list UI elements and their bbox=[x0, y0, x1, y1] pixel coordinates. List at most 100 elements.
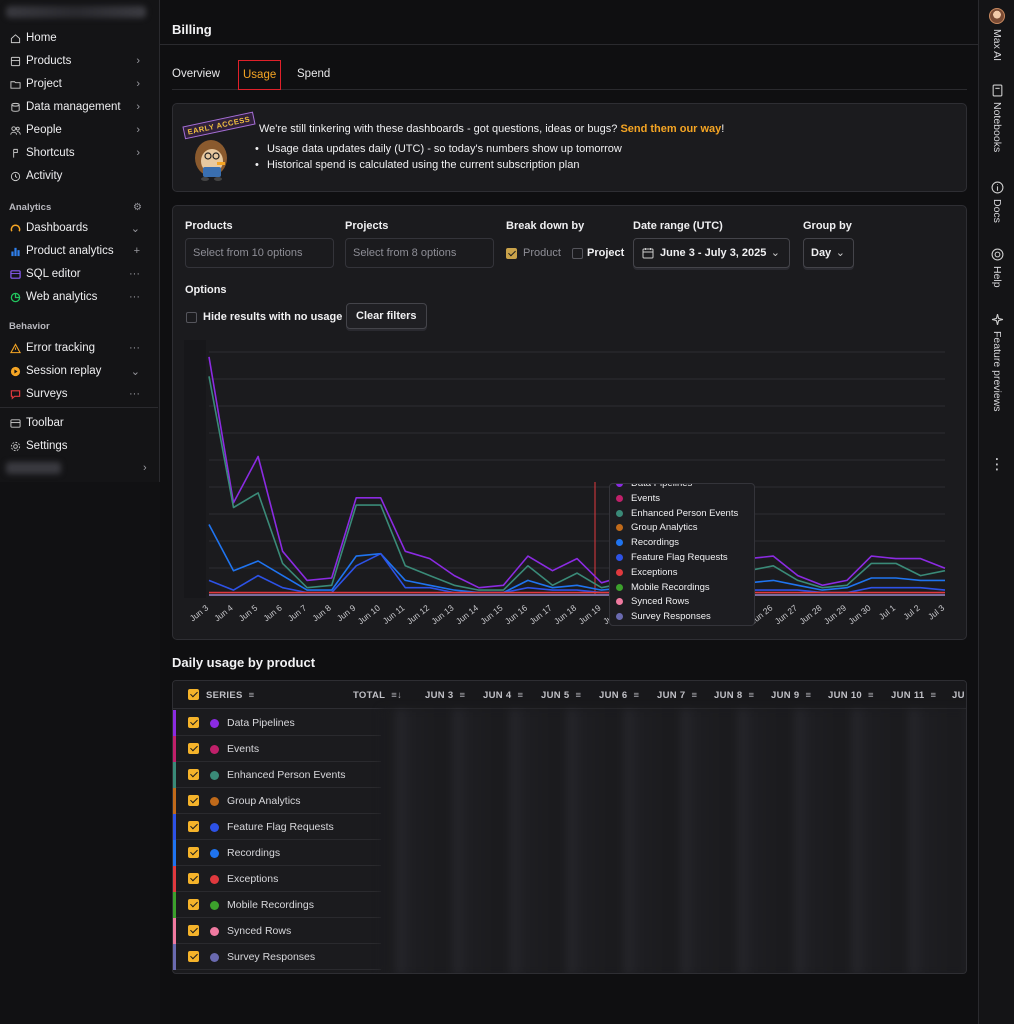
products-select[interactable]: Select from 10 options bbox=[185, 238, 334, 268]
chevron-down-icon: ⌄ bbox=[835, 247, 845, 259]
series-checkbox[interactable] bbox=[188, 743, 199, 754]
breakdown-product-checkbox[interactable] bbox=[506, 248, 517, 259]
sort-icon[interactable]: ≡ bbox=[748, 690, 754, 701]
y-axis-blurred-labels bbox=[184, 340, 206, 598]
help-button[interactable]: Help bbox=[987, 248, 1007, 288]
sidebar-item-session-replay[interactable]: Session replay ⌄ bbox=[0, 360, 158, 382]
plus-icon[interactable]: + bbox=[134, 245, 140, 257]
sidebar-item-sql-editor[interactable]: SQL editor ··· bbox=[0, 263, 158, 285]
sidebar-item-label: Settings bbox=[26, 440, 68, 452]
tooltip-series-row: Group Analytics bbox=[616, 522, 698, 533]
folder-icon bbox=[9, 78, 21, 90]
series-label: Enhanced Person Events bbox=[227, 769, 346, 781]
column-header-jun-4[interactable]: JUN 4 ≡ bbox=[483, 690, 523, 701]
sparkle-icon bbox=[991, 313, 1003, 326]
column-header-jun-5[interactable]: JUN 5 ≡ bbox=[541, 690, 581, 701]
series-checkbox[interactable] bbox=[188, 873, 199, 884]
series-checkbox[interactable] bbox=[188, 847, 199, 858]
group-by-select[interactable]: Day ⌄ bbox=[803, 238, 854, 268]
series-checkbox[interactable] bbox=[188, 795, 199, 806]
notebooks-button[interactable]: Notebooks bbox=[987, 84, 1007, 152]
column-header-jun-3[interactable]: JUN 3 ≡ bbox=[425, 690, 465, 701]
sort-icon[interactable]: ≡ bbox=[459, 690, 465, 701]
series-line-data-pipelines bbox=[208, 356, 946, 589]
clear-filters-button[interactable]: Clear filters bbox=[346, 303, 427, 329]
series-color-dot bbox=[616, 494, 623, 502]
sidebar-item-settings[interactable]: Settings bbox=[0, 435, 158, 457]
series-checkbox[interactable] bbox=[188, 769, 199, 780]
column-header-label: JUN 8 bbox=[714, 690, 743, 701]
projects-select[interactable]: Select from 8 options bbox=[345, 238, 494, 268]
max-ai-button[interactable]: Max AI bbox=[987, 8, 1007, 61]
series-checkbox[interactable] bbox=[188, 899, 199, 910]
sidebar-item-data-management[interactable]: Data management › bbox=[0, 96, 158, 118]
feedback-link[interactable]: Send them our way bbox=[620, 123, 721, 135]
table-row: Mobile Recordings bbox=[173, 892, 381, 918]
column-header-label: JUN 3 bbox=[425, 690, 454, 701]
date-range-picker[interactable]: June 3 - July 3, 2025 ⌄ bbox=[633, 238, 790, 268]
sidebar-item-project[interactable]: Project › bbox=[0, 73, 158, 95]
series-checkbox[interactable] bbox=[188, 951, 199, 962]
sidebar-item-home[interactable]: Home bbox=[0, 27, 158, 49]
sidebar-item-web-analytics[interactable]: Web analytics ··· bbox=[0, 286, 158, 308]
options-label: Options bbox=[185, 284, 227, 296]
column-header-jun-11[interactable]: JUN 11 ≡ bbox=[891, 690, 936, 701]
tab-usage[interactable]: Usage bbox=[238, 60, 282, 90]
sidebar-item-dashboards[interactable]: Dashboards ⌄ bbox=[0, 217, 158, 239]
sort-icon[interactable]: ≡ bbox=[691, 690, 697, 701]
series-color-dot bbox=[210, 797, 219, 806]
more-icon[interactable]: ··· bbox=[129, 268, 140, 280]
sort-icon[interactable]: ≡ bbox=[633, 690, 639, 701]
sort-icon[interactable]: ≡ bbox=[805, 690, 811, 701]
select-all-checkbox[interactable] bbox=[188, 689, 199, 700]
sort-icon[interactable]: ≡ bbox=[575, 690, 581, 701]
sidebar-item-activity[interactable]: Activity bbox=[0, 165, 158, 187]
more-icon[interactable]: ··· bbox=[129, 388, 140, 400]
column-header-jun-7[interactable]: JUN 7 ≡ bbox=[657, 690, 697, 701]
series-checkbox[interactable] bbox=[188, 925, 199, 936]
sort-icon[interactable]: ≡ bbox=[868, 690, 874, 701]
column-header-series[interactable]: SERIES ≡ bbox=[206, 690, 255, 701]
sort-icon[interactable]: ≡ bbox=[517, 690, 523, 701]
series-color-dot bbox=[616, 484, 623, 487]
sidebar-item-people[interactable]: People › bbox=[0, 119, 158, 141]
sidebar-item-toolbar[interactable]: Toolbar bbox=[0, 412, 158, 434]
breakdown-project-checkbox[interactable] bbox=[572, 248, 583, 259]
series-label: Exceptions bbox=[227, 873, 279, 885]
column-header-jun-10[interactable]: JUN 10 ≡ bbox=[828, 690, 874, 701]
sidebar-item-error-tracking[interactable]: Error tracking ··· bbox=[0, 337, 158, 359]
column-header-jun-8[interactable]: JUN 8 ≡ bbox=[714, 690, 754, 701]
more-icon[interactable]: ··· bbox=[129, 342, 140, 354]
sidebar-item-products[interactable]: Products › bbox=[0, 50, 158, 72]
sidebar-item-shortcuts[interactable]: Shortcuts › bbox=[0, 142, 158, 164]
column-header-label: JUN 5 bbox=[541, 690, 570, 701]
feature-previews-button[interactable]: Feature previews bbox=[987, 313, 1007, 412]
column-header-total[interactable]: TOTAL ≡↓ bbox=[353, 690, 402, 701]
column-header-jun-6[interactable]: JUN 6 ≡ bbox=[599, 690, 639, 701]
series-checkbox[interactable] bbox=[188, 821, 199, 832]
hide-no-usage-checkbox[interactable] bbox=[186, 312, 197, 323]
more-icon[interactable]: ··· bbox=[129, 291, 140, 303]
gear-icon bbox=[9, 440, 21, 452]
x-tick-label: Jun 14 bbox=[454, 603, 480, 627]
sort-icon[interactable]: ≡↓ bbox=[391, 690, 402, 701]
chevron-down-icon: ⌄ bbox=[130, 365, 140, 378]
people-icon bbox=[9, 124, 21, 136]
table-row: Feature Flag Requests bbox=[173, 814, 381, 840]
column-header-jun-9[interactable]: JUN 9 ≡ bbox=[771, 690, 811, 701]
docs-button[interactable]: Docs bbox=[987, 181, 1007, 223]
sort-icon[interactable]: ≡ bbox=[931, 690, 937, 701]
series-checkbox[interactable] bbox=[188, 717, 199, 728]
gear-icon[interactable]: ⚙ bbox=[133, 202, 142, 213]
tab-spend[interactable]: Spend bbox=[297, 60, 330, 90]
series-color-bar bbox=[173, 814, 176, 840]
sidebar-item-surveys[interactable]: Surveys ··· bbox=[0, 383, 158, 405]
sort-icon[interactable]: ≡ bbox=[249, 690, 255, 701]
user-menu[interactable] bbox=[6, 462, 61, 474]
project-switcher[interactable] bbox=[6, 6, 146, 18]
sidebar-item-product-analytics[interactable]: Product analytics + bbox=[0, 240, 158, 262]
more-menu-icon[interactable]: ⋮ bbox=[987, 455, 1007, 473]
series-color-dot bbox=[616, 568, 623, 576]
tab-overview[interactable]: Overview bbox=[172, 60, 220, 90]
column-header-ju[interactable]: JU bbox=[952, 690, 965, 701]
